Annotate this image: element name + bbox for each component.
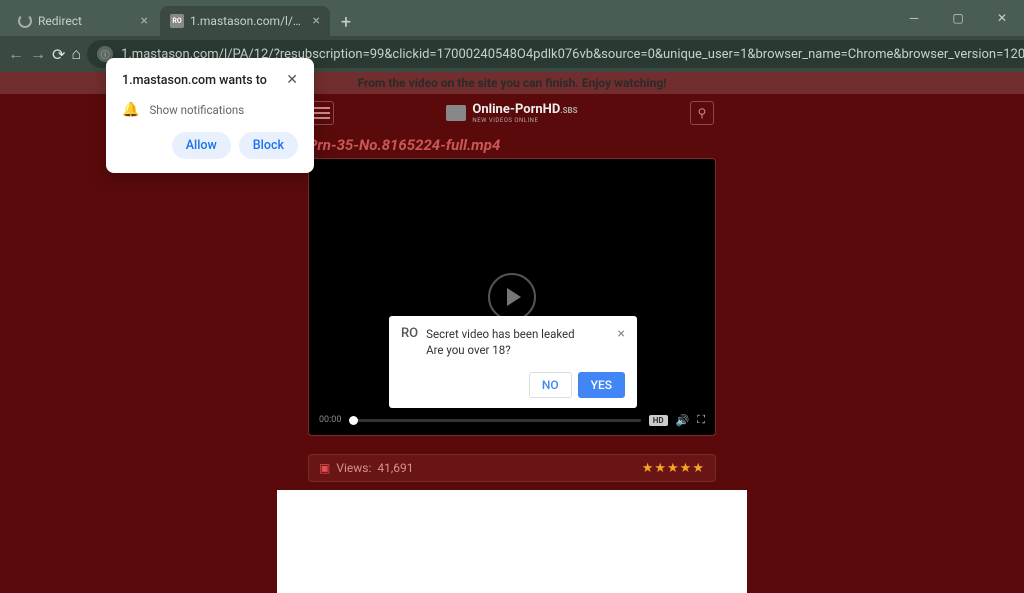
video-filename: Prn-35-No.8165224-full.mp4	[308, 132, 716, 158]
video-section: Prn-35-No.8165224-full.mp4 00:00 HD 🔊 ⛶ …	[308, 132, 716, 482]
player-controls: 00:00 HD 🔊 ⛶	[319, 413, 705, 427]
logo-icon	[446, 105, 466, 121]
video-stats-bar: ▣ Views: 41,691 ★★★★★	[308, 454, 716, 482]
back-button[interactable]: ←	[8, 40, 24, 68]
views-icon: ▣	[319, 461, 330, 475]
reload-button[interactable]: ⟳	[52, 40, 65, 68]
ad-placeholder	[277, 490, 747, 593]
modal-badge: RO	[401, 326, 418, 341]
titlebar: Redirect × RO 1.mastason.com/l/PA/12/?re…	[0, 0, 1024, 36]
browser-tab-1[interactable]: Redirect ×	[8, 6, 158, 36]
modal-line2: Are you over 18?	[426, 342, 575, 358]
volume-icon[interactable]: 🔊	[676, 414, 690, 427]
fullscreen-icon[interactable]: ⛶	[697, 413, 705, 427]
logo-text-main: Online-PornHD	[472, 102, 560, 117]
rating-stars[interactable]: ★★★★★	[642, 461, 705, 476]
browser-tab-2[interactable]: RO 1.mastason.com/l/PA/12/?res... ×	[160, 6, 330, 36]
notif-body-text: Show notifications	[149, 103, 244, 117]
favicon-icon: RO	[170, 14, 184, 28]
close-icon[interactable]: ×	[141, 13, 148, 29]
notif-title: 1.mastason.com wants to	[122, 73, 267, 88]
new-tab-button[interactable]: +	[332, 8, 360, 36]
close-icon[interactable]: ×	[618, 326, 625, 342]
close-icon[interactable]: ✕	[286, 72, 298, 88]
views-label: Views:	[336, 461, 371, 475]
progress-thumb[interactable]	[349, 416, 358, 425]
views-count: 41,691	[377, 461, 413, 475]
bell-icon: 🔔	[122, 102, 139, 118]
tab-2-title: 1.mastason.com/l/PA/12/?res...	[190, 14, 307, 28]
allow-button[interactable]: Allow	[172, 132, 231, 159]
home-button[interactable]: ⌂	[71, 40, 81, 68]
no-button[interactable]: NO	[529, 372, 572, 398]
loading-spinner-icon	[18, 14, 32, 28]
forward-button[interactable]: →	[30, 40, 46, 68]
block-button[interactable]: Block	[239, 132, 298, 159]
maximize-button[interactable]: ▢	[936, 0, 980, 36]
yes-button[interactable]: YES	[578, 372, 625, 398]
close-window-button[interactable]: ✕	[980, 0, 1024, 36]
notification-permission-popup: 1.mastason.com wants to ✕ 🔔 Show notific…	[106, 58, 314, 173]
modal-line1: Secret video has been leaked	[426, 326, 575, 342]
hd-badge[interactable]: HD	[649, 415, 668, 426]
progress-bar[interactable]	[349, 419, 640, 422]
tab-1-title: Redirect	[38, 14, 135, 28]
play-button[interactable]	[488, 273, 536, 321]
window-controls: ─ ▢ ✕	[892, 0, 1024, 36]
minimize-button[interactable]: ─	[892, 0, 936, 36]
video-player[interactable]: 00:00 HD 🔊 ⛶ RO Secret video has been le…	[308, 158, 716, 436]
play-icon	[507, 288, 521, 306]
search-button[interactable]: ⚲	[690, 101, 714, 125]
site-logo[interactable]: Online-PornHD.SBS NEW VIDEOS ONLINE	[446, 102, 577, 124]
age-verification-modal: RO Secret video has been leaked Are you …	[389, 316, 637, 408]
current-time: 00:00	[319, 415, 341, 425]
logo-text-sub: .SBS	[560, 106, 577, 115]
close-icon[interactable]: ×	[313, 13, 320, 29]
